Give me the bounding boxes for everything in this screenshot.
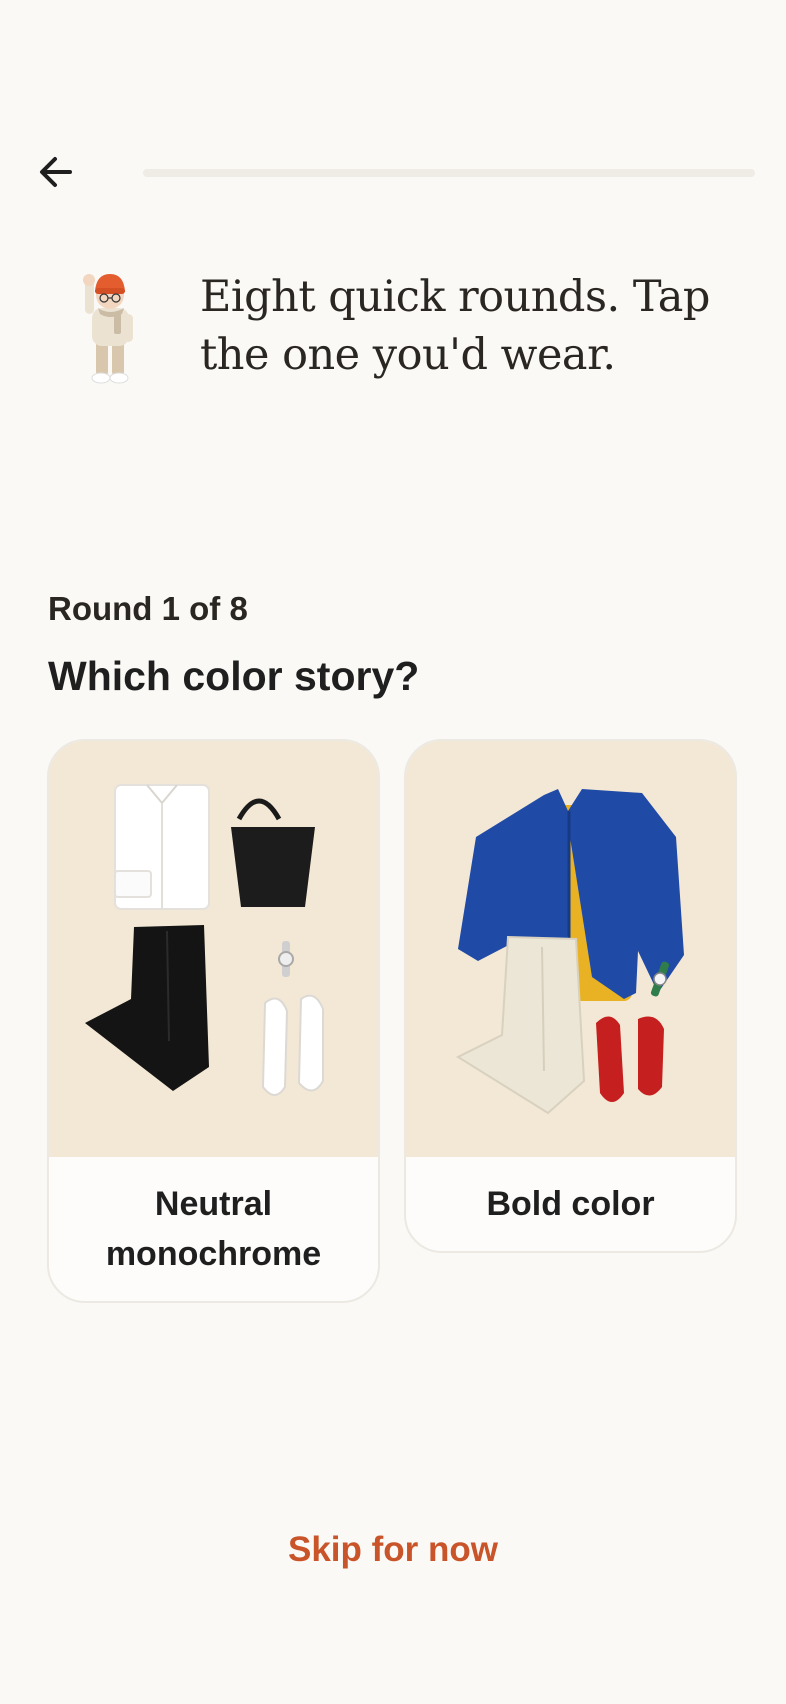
page-headline: Eight quick rounds. Tap the one you'd we…	[200, 272, 710, 380]
waving-mascot-icon	[83, 274, 133, 384]
option-label: Bold color	[486, 1185, 655, 1223]
quiz-progress-bar	[143, 169, 755, 177]
round-question: Which color story?	[48, 653, 420, 699]
round-counter: Round 1 of 8	[48, 590, 248, 627]
option-card-neutral-monochrome[interactable]: Neutral monochrome	[47, 739, 380, 1303]
outfit-neutral-monochrome-image	[49, 741, 378, 1157]
back-button[interactable]	[30, 146, 82, 198]
option-card-bold-color[interactable]: Bold color	[404, 739, 737, 1253]
skip-button[interactable]: Skip for now	[0, 1530, 786, 1570]
onboarding-style-quiz-screen: Eight quick rounds. Tap the one you'd we…	[0, 0, 786, 1704]
arrow-left-icon	[40, 157, 72, 187]
outfit-bold-color-image	[406, 741, 735, 1157]
option-label: Neutral monochrome	[105, 1185, 322, 1273]
